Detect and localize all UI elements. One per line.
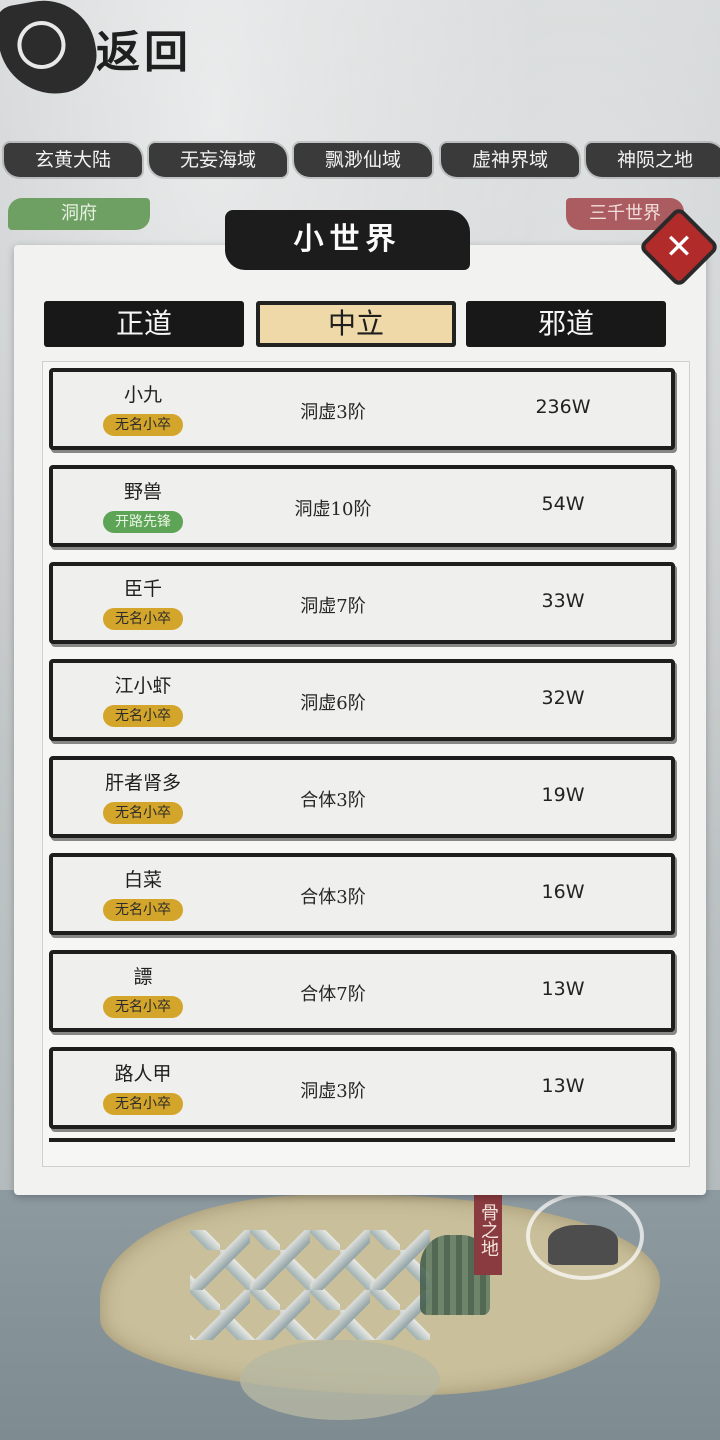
- tab-evil[interactable]: 邪道: [466, 301, 666, 347]
- region-tab[interactable]: 玄黄大陆: [4, 143, 142, 177]
- map-location-label[interactable]: 骨之地: [474, 1185, 502, 1275]
- list-item[interactable]: 野兽 开路先锋 洞虚10阶 54W: [49, 465, 675, 547]
- rank-badge: 无名小卒: [103, 802, 183, 824]
- list-item[interactable]: 路人甲 无名小卒 洞虚3阶 13W: [49, 1047, 675, 1129]
- back-button[interactable]: 返回: [0, 0, 200, 110]
- cultivation-realm: 洞虚6阶: [300, 693, 366, 714]
- player-name: 小九: [123, 384, 162, 406]
- power-value: 19W: [541, 784, 585, 806]
- player-name: 白菜: [123, 869, 162, 891]
- power-value: 236W: [535, 396, 591, 418]
- list-item[interactable]: 謤 无名小卒 合体7阶 13W: [49, 950, 675, 1032]
- cultivation-realm: 洞虚7阶: [300, 596, 366, 617]
- cultivation-realm: 合体3阶: [300, 790, 366, 811]
- list-item[interactable]: 肝者肾多 无名小卒 合体3阶 19W: [49, 756, 675, 838]
- region-tab[interactable]: 虚神界域: [441, 143, 579, 177]
- rank-badge: 无名小卒: [103, 996, 183, 1018]
- power-value: 54W: [541, 493, 585, 515]
- power-value: 16W: [541, 881, 585, 903]
- rank-badge: 无名小卒: [103, 608, 183, 630]
- map-island-south: [240, 1340, 440, 1420]
- back-label: 返回: [96, 27, 192, 78]
- cultivation-realm: 洞虚3阶: [300, 402, 366, 423]
- player-name: 野兽: [123, 481, 162, 503]
- dialog-title: 小世界: [225, 210, 470, 270]
- region-tabs: 玄黄大陆 无妄海域 飘渺仙域 虚神界域 神陨之地: [0, 143, 720, 179]
- yin-yang-icon: [0, 0, 103, 103]
- list-item-partial: [49, 1138, 675, 1166]
- player-name: 臣千: [123, 578, 162, 600]
- rank-badge: 无名小卒: [103, 899, 183, 921]
- player-name: 謤: [133, 966, 153, 988]
- list-item[interactable]: 臣千 无名小卒 洞虚7阶 33W: [49, 562, 675, 644]
- cultivation-realm: 洞虚10阶: [294, 499, 372, 520]
- list-item[interactable]: 小九 无名小卒 洞虚3阶 236W: [49, 368, 675, 450]
- list-item[interactable]: 江小虾 无名小卒 洞虚6阶 32W: [49, 659, 675, 741]
- rank-badge: 无名小卒: [103, 1093, 183, 1115]
- rank-badge: 无名小卒: [103, 705, 183, 727]
- power-value: 33W: [541, 590, 585, 612]
- tab-neutral[interactable]: 中立: [256, 301, 456, 347]
- power-value: 32W: [541, 687, 585, 709]
- player-list[interactable]: 小九 无名小卒 洞虚3阶 236W 野兽 开路先锋 洞虚10阶 54W 臣千 无…: [42, 361, 690, 1167]
- cave-dwelling-button[interactable]: 洞府: [8, 198, 150, 230]
- cultivation-realm: 洞虚3阶: [300, 1081, 366, 1102]
- player-name: 江小虾: [114, 675, 172, 697]
- cultivation-realm: 合体3阶: [300, 887, 366, 908]
- rank-badge: 无名小卒: [103, 414, 183, 436]
- close-icon: ✕: [664, 227, 694, 267]
- map-mountains: [190, 1230, 430, 1340]
- region-tab[interactable]: 神陨之地: [586, 143, 720, 177]
- region-tab[interactable]: 无妄海域: [149, 143, 287, 177]
- region-tab[interactable]: 飘渺仙域: [294, 143, 432, 177]
- tab-righteous[interactable]: 正道: [44, 301, 244, 347]
- list-item[interactable]: 白菜 无名小卒 合体3阶 16W: [49, 853, 675, 935]
- rank-badge: 开路先锋: [103, 511, 183, 533]
- player-name: 肝者肾多: [104, 772, 181, 794]
- player-name: 路人甲: [114, 1063, 172, 1085]
- map-rock-icon: [548, 1225, 618, 1265]
- power-value: 13W: [541, 1075, 585, 1097]
- cultivation-realm: 合体7阶: [300, 984, 366, 1005]
- power-value: 13W: [541, 978, 585, 1000]
